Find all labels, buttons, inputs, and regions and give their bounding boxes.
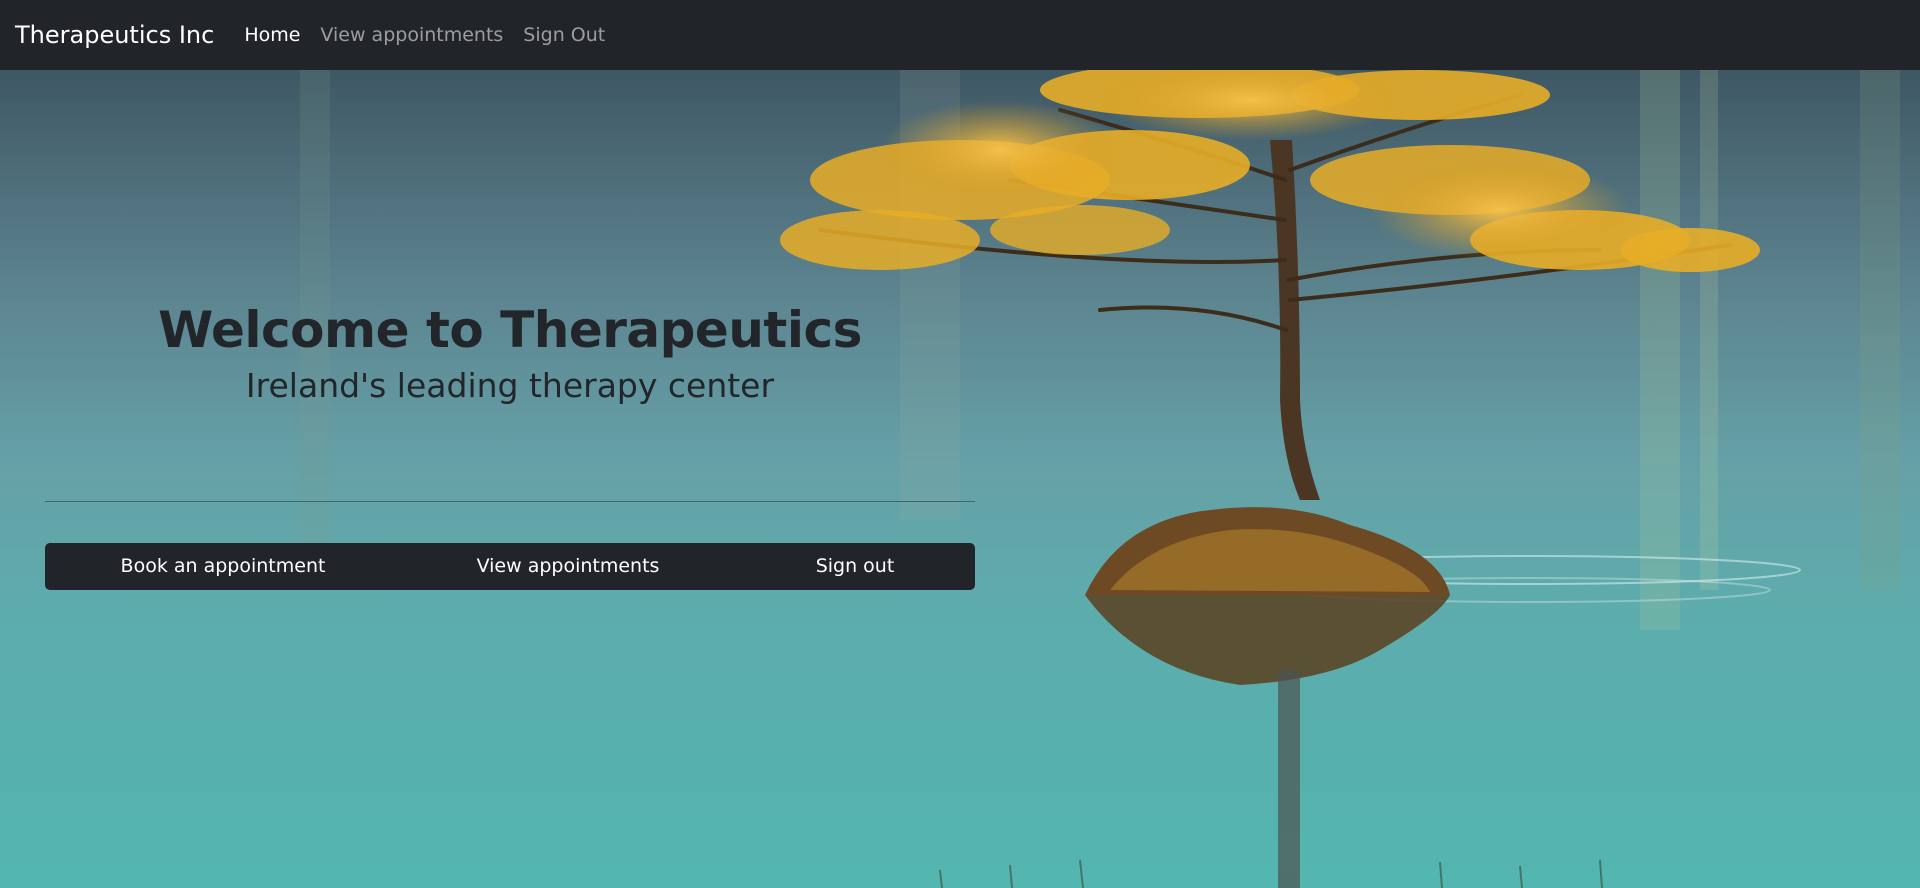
nav-link-home[interactable]: Home — [244, 24, 300, 46]
hero-subtitle: Ireland's leading therapy center — [245, 366, 775, 405]
top-navbar: Therapeutics Inc Home View appointments … — [0, 0, 1920, 70]
hero-section — [0, 70, 1920, 888]
hero-background-image — [0, 70, 1920, 888]
welcome-block: Welcome to Therapeutics Ireland's leadin… — [45, 300, 975, 406]
book-appointment-button[interactable]: Book an appointment — [45, 543, 401, 590]
nav-link-view-appointments[interactable]: View appointments — [320, 24, 503, 46]
sign-out-button[interactable]: Sign out — [735, 543, 975, 590]
view-appointments-button[interactable]: View appointments — [401, 543, 735, 590]
brand-logo-link[interactable]: Therapeutics Inc — [15, 21, 214, 49]
hero-divider — [45, 501, 975, 502]
hero-button-group: Book an appointment View appointments Si… — [45, 543, 975, 590]
nav-link-sign-out[interactable]: Sign Out — [523, 24, 605, 46]
hero-title: Welcome to Therapeutics — [158, 301, 862, 359]
